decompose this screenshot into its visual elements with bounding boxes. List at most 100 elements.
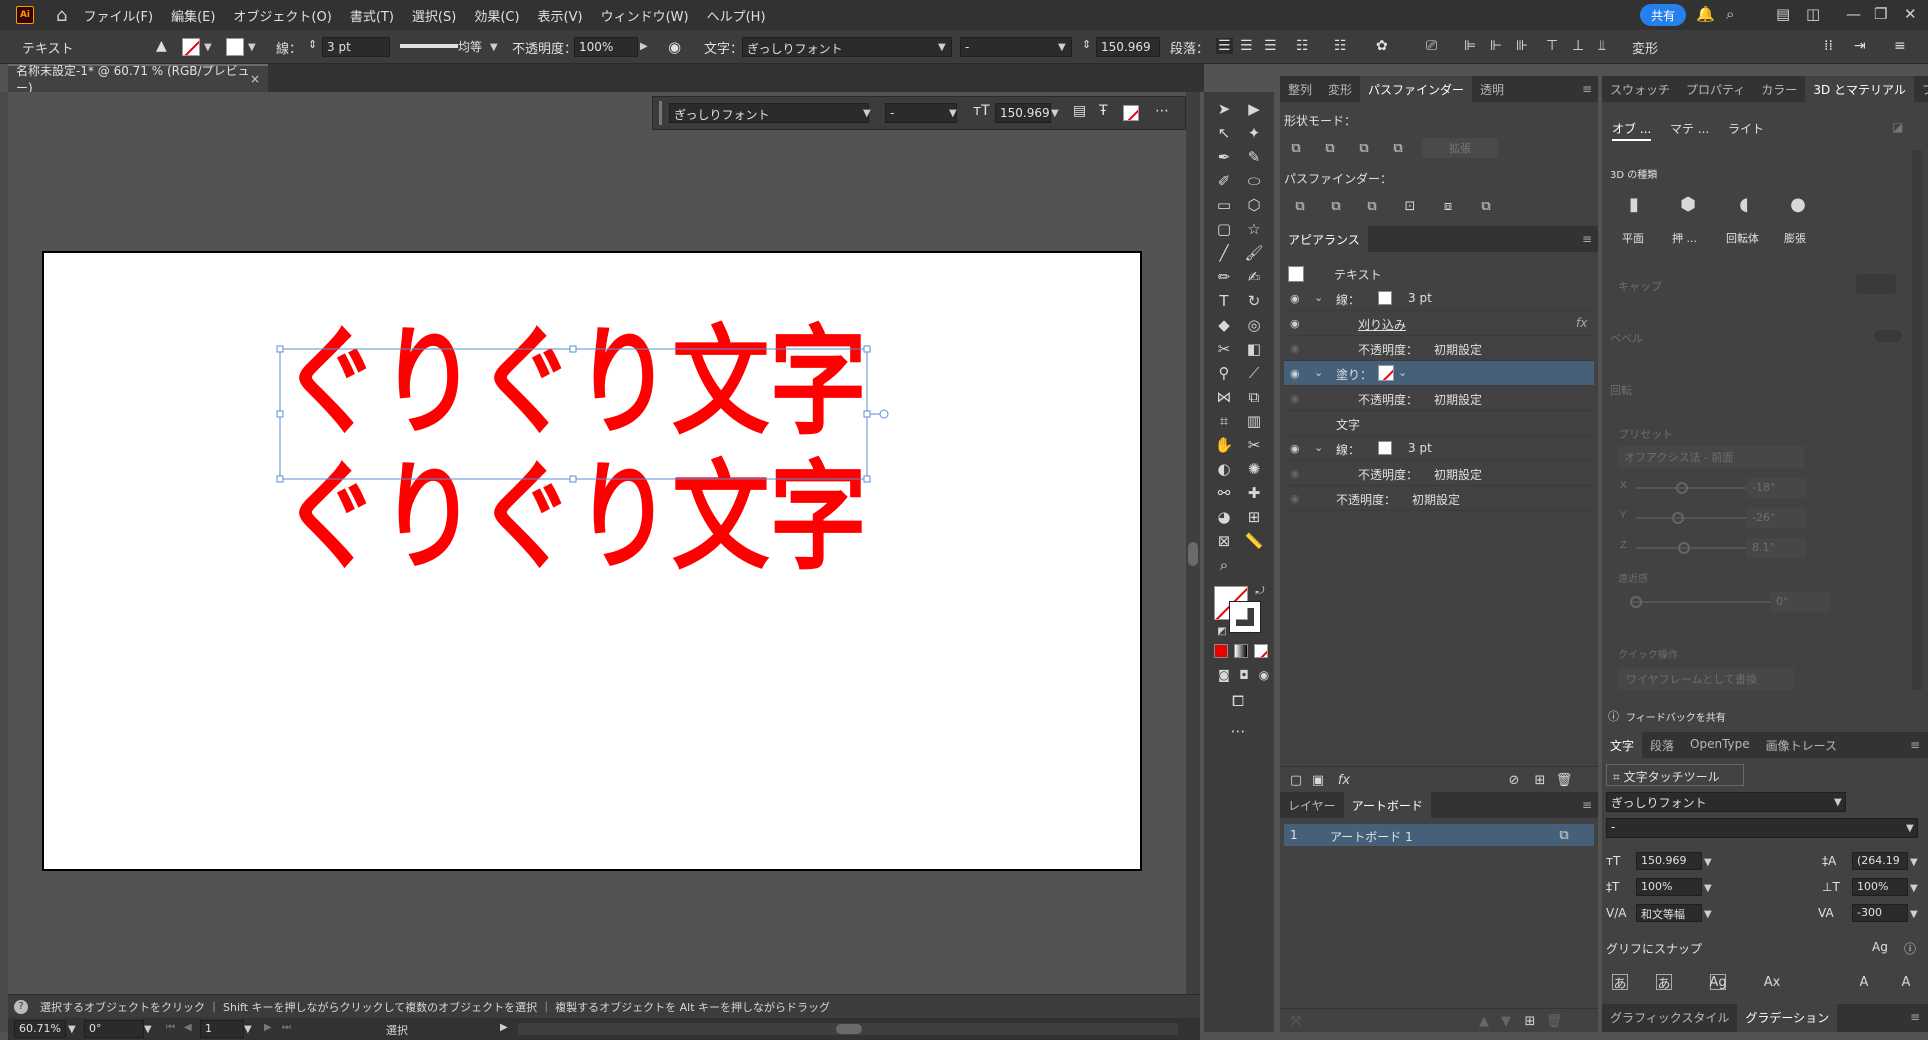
divide-icon[interactable]: ⧉ [1292,198,1308,214]
character-size-field[interactable]: 150.969 [1636,852,1702,870]
eye-icon[interactable]: ◉ [1290,467,1300,480]
panel-menu-icon[interactable]: ≡ [1582,232,1592,246]
menu-effect[interactable]: 効果(C) [472,6,521,25]
z-slider-track[interactable] [1636,542,1746,554]
chevron-down-icon[interactable]: ⌄ [1398,366,1407,379]
panel-menu-icon[interactable]: ≡ [1910,738,1920,752]
close-tab-icon[interactable]: × [250,72,260,86]
line-tool-icon[interactable]: ╱ [1212,242,1236,264]
hand-tool-icon[interactable]: ✋ [1212,434,1236,456]
tab-align[interactable]: 整列 [1280,76,1320,102]
tab-pathfinder[interactable]: パスファインダー [1360,76,1473,102]
float-size-field[interactable]: 150.969 [995,103,1051,123]
arrange-icon[interactable]: ◫ [1806,5,1820,23]
align-h-left-icon[interactable]: ⊫ [1464,38,1476,54]
appearance-row-characters[interactable]: 文字 [1284,411,1594,436]
snap-glyph-bounds-icon[interactable]: Ax [1764,974,1781,990]
tab-graphic-styles[interactable]: グラフィックスタイル [1602,1004,1737,1032]
search-icon[interactable]: ⌕ [1726,5,1734,23]
character-font-field[interactable]: ぎっしりフォント [1606,792,1846,812]
stroke-weight-field[interactable]: 3 pt [322,37,390,57]
star-tool-icon[interactable]: ☆ [1242,218,1266,240]
align-center-icon[interactable]: ☰ [1240,38,1253,54]
curvature-tool-icon[interactable]: ✎ [1242,146,1266,168]
tab-transform[interactable]: 変形 [1320,76,1360,102]
opacity-value[interactable]: 初期設定 [1412,491,1460,508]
eye-icon[interactable]: ◉ [1290,392,1300,405]
pencil-tool-icon[interactable]: ✐ [1212,170,1236,192]
leading-field[interactable]: (264.19 [1852,852,1908,870]
text-overflow-handle[interactable] [879,409,889,419]
numbered-list-icon[interactable]: ☷ [1334,38,1347,54]
perspective-slider-track[interactable] [1630,596,1770,608]
x-slider-track[interactable] [1636,482,1746,494]
lasso-tool-icon[interactable]: ✦ [1242,122,1266,144]
bell-icon[interactable]: 🔔 [1696,5,1715,23]
y-slider-thumb[interactable] [1672,512,1684,524]
appearance-row-opacity[interactable]: ◉ 不透明度： 初期設定 [1284,336,1594,361]
menu-window[interactable]: ウィンドウ(W) [599,6,691,25]
new-artboard-icon[interactable]: ⊞ [1522,1013,1538,1029]
align-h-center-icon[interactable]: ⊩ [1490,38,1502,54]
selection-handle[interactable] [569,475,577,483]
merge-icon[interactable]: ⧉ [1364,198,1380,214]
character-style-field[interactable]: - [1606,818,1918,838]
workspace-icon[interactable]: ▤ [1776,5,1790,23]
float-style-field[interactable]: - [885,103,957,123]
restore-icon[interactable]: ❐ [1874,5,1887,23]
artwork-text-line1[interactable]: ぐりぐり文字 [282,313,867,451]
artboard[interactable]: ぐりぐり文字 ぐりぐり文字 [42,251,1142,871]
appearance-row-opacity[interactable]: ◉ 不透明度： 初期設定 [1284,461,1594,486]
chevron-down-icon[interactable]: ▼ [1910,883,1918,894]
artboard-row[interactable]: 1 アートボード 1 ⧉ [1284,824,1594,846]
swap-colors-icon[interactable]: ⤾ [1248,580,1272,602]
panel-menu-icon[interactable]: ≡ [1894,38,1906,54]
pie-graph-tool-icon[interactable]: ◕ [1212,506,1236,528]
chevron-down-icon[interactable]: ⌄ [1314,441,1323,454]
bullets-icon[interactable]: ☷ [1296,38,1309,54]
appearance-row-stroke[interactable]: ◉ ⌄ 線： 3 pt [1284,286,1594,311]
tab-swatches[interactable]: スウォッチ [1602,76,1678,102]
menu-help[interactable]: ヘルプ(H) [705,6,768,25]
selection-handle[interactable] [569,345,577,353]
chevron-down-icon[interactable]: ▼ [1058,42,1066,53]
measure-tool-icon[interactable]: ⟋ [1242,362,1266,384]
tab-properties[interactable]: プロパティ [1678,76,1753,102]
y-rotation-field[interactable]: -26° [1746,508,1806,528]
align-v-top-icon[interactable]: ⊤ [1546,38,1558,54]
x-rotation-field[interactable]: -18° [1746,478,1806,498]
fill-swatch[interactable] [182,38,200,56]
tab-color[interactable]: カラー [1753,76,1805,102]
menu-view[interactable]: 表示(V) [536,6,585,25]
align-h-right-icon[interactable]: ⊪ [1516,38,1528,54]
edit-toolbar-icon[interactable]: ⋯ [1226,720,1250,742]
eyedropper-tool-icon[interactable]: ⚲ [1212,362,1236,384]
prev-artboard-icon[interactable]: ◀ [184,1022,192,1033]
add-stroke-icon[interactable]: ▢ [1288,772,1304,788]
grip-handle[interactable] [659,101,662,125]
home-icon[interactable]: ⌂ [56,5,67,26]
chevron-down-icon[interactable]: ▼ [144,1024,152,1035]
polygon-tool-icon[interactable]: ⬡ [1242,194,1266,216]
wireframe-button[interactable]: ワイヤフレームとして書換 [1618,668,1794,690]
chevron-down-icon[interactable]: ▼ [1704,883,1712,894]
artboard-row-name[interactable]: アートボード 1 [1330,828,1413,845]
document-tab[interactable]: 名称未設定-1* @ 60.71 % (RGB/プレビュー) × [8,64,268,95]
chevron-right-icon[interactable]: ▶ [500,1022,508,1033]
opacity-value[interactable]: 初期設定 [1434,391,1482,408]
warp-tool-icon[interactable]: ◎ [1242,314,1266,336]
align-left-icon[interactable]: ☰ [1216,38,1233,54]
stroke-swatch[interactable] [226,38,244,56]
shaper-tool-icon[interactable]: ✍ [1242,266,1266,288]
graph-tool-icon[interactable]: ▥ [1242,410,1266,432]
tab-layers[interactable]: レイヤー [1280,792,1344,818]
none-mode-icon[interactable] [1254,644,1268,658]
direct-selection-tool-icon[interactable]: ▶ [1242,98,1266,120]
chevron-down-icon[interactable]: ▼ [863,108,871,119]
ellipse-tool-icon[interactable]: ⬭ [1242,170,1266,192]
eye-icon[interactable]: ◉ [1290,317,1300,330]
add-effect-icon[interactable]: fx [1336,772,1352,788]
ruler-tool-icon[interactable]: 📏 [1242,530,1266,552]
delete-icon[interactable]: 🗑 [1546,1013,1563,1029]
y-slider-track[interactable] [1636,512,1746,524]
